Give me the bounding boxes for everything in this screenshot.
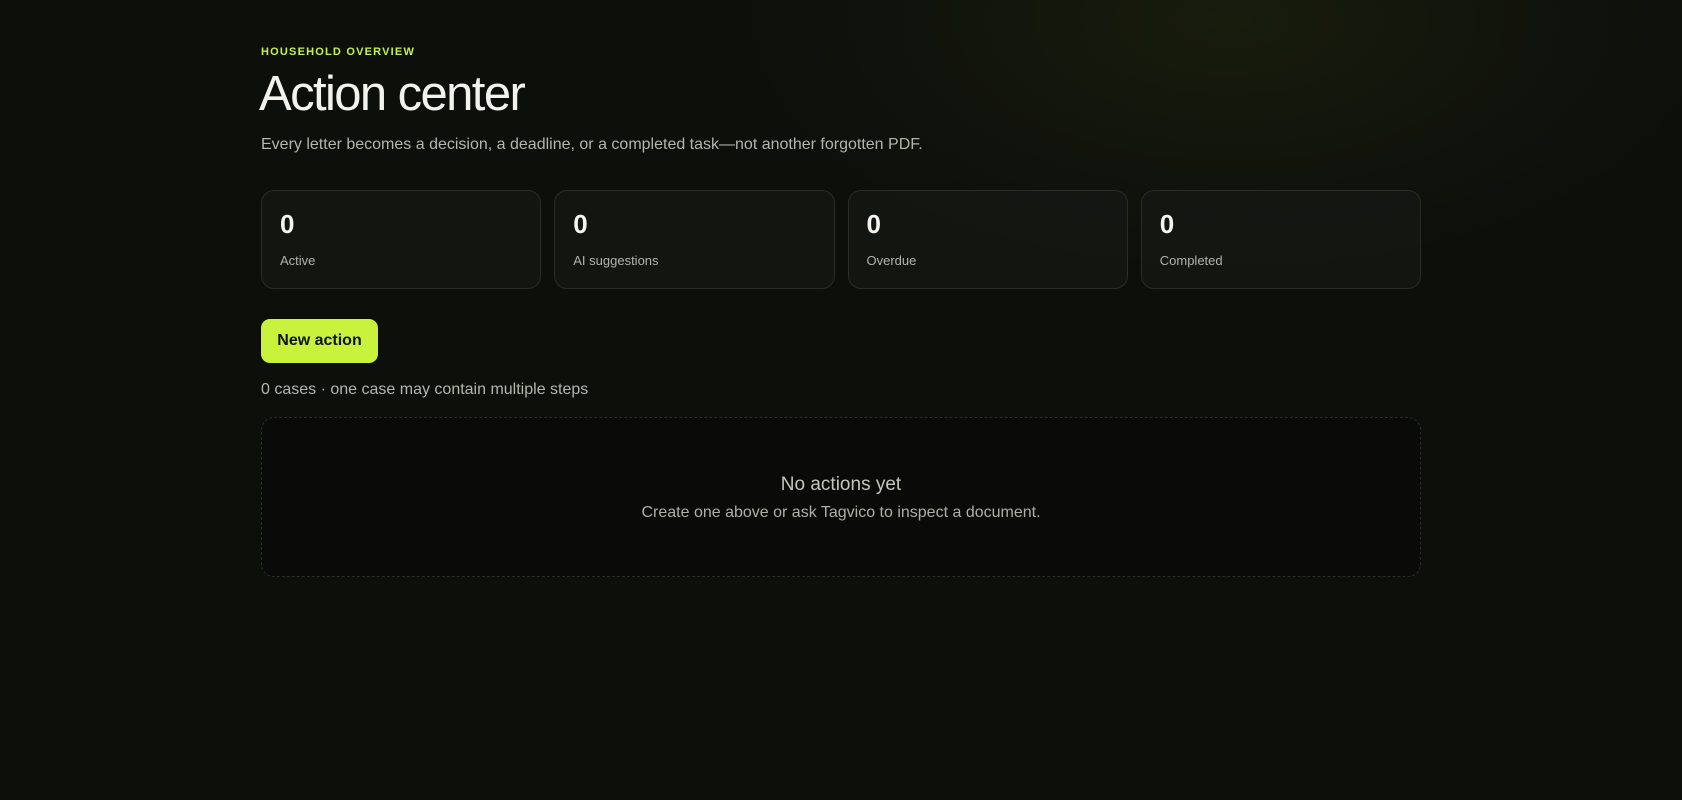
empty-state-panel: No actions yet Create one above or ask T… bbox=[261, 417, 1421, 577]
stats-row: 0 Active 0 AI suggestions 0 Overdue 0 Co… bbox=[261, 190, 1421, 289]
stat-label: Active bbox=[280, 253, 316, 268]
empty-state-description: Create one above or ask Tagvico to inspe… bbox=[641, 504, 1041, 521]
section-eyebrow: HOUSEHOLD OVERVIEW bbox=[261, 46, 416, 58]
page-title: Action center bbox=[259, 67, 526, 121]
case-count-summary: 0 cases · one case may contain multiple … bbox=[261, 381, 589, 398]
new-action-button[interactable]: New action bbox=[261, 319, 378, 363]
empty-state-title: No actions yet bbox=[780, 474, 902, 495]
stat-label: AI suggestions bbox=[573, 253, 659, 268]
stat-value: 0 bbox=[573, 209, 588, 239]
stat-card-active: 0 Active bbox=[261, 190, 542, 289]
page-subtitle: Every letter becomes a decision, a deadl… bbox=[261, 136, 923, 153]
stat-card-overdue: 0 Overdue bbox=[847, 190, 1128, 289]
stat-label: Completed bbox=[1159, 253, 1223, 268]
stat-value: 0 bbox=[866, 209, 881, 239]
stat-card-ai-suggestions: 0 AI suggestions bbox=[554, 190, 835, 289]
stat-card-completed: 0 Completed bbox=[1140, 190, 1421, 289]
stat-value: 0 bbox=[280, 209, 295, 239]
stat-label: Overdue bbox=[866, 253, 917, 268]
stat-value: 0 bbox=[1159, 209, 1175, 239]
